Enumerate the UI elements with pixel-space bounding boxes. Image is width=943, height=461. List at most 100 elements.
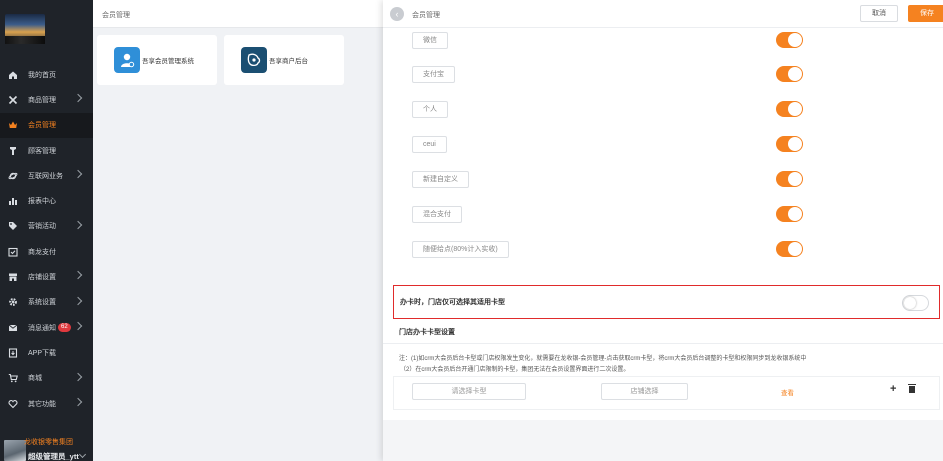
notification-count-badge: 62 [58,323,71,333]
trash-icon[interactable] [908,384,916,393]
sync-note-1: 注：(1)如crm大会员后台卡型或门店权限发生变化，就需要在龙收银-会员管理-点… [399,356,807,362]
payment-method-chip: 个人 [412,101,448,118]
back-button[interactable]: ‹ [390,7,404,21]
sidebar-item-reports[interactable]: 报表中心 [0,188,93,213]
card-type-limit-setting: 办卡时，门店仅可选择其适用卡型 [393,285,940,319]
sidebar-item-label: 消息通知 [28,324,56,332]
app-card-label: 吾享会员管理系统 [142,58,194,65]
home-icon [8,70,18,80]
chevron-right-icon [73,296,83,305]
sidebar-item-label: 商龙支付 [28,248,56,256]
chevron-down-icon[interactable] [78,450,87,459]
chevron-right-icon [73,169,83,179]
payment-method-toggle[interactable] [776,66,803,82]
crown-icon [8,120,18,130]
sidebar-item-notifications[interactable]: 消息通知 62 [0,315,93,340]
payment-method-toggle[interactable] [776,171,803,187]
chart-icon [8,196,18,206]
drawer-footer-area [383,420,943,461]
sidebar-item-label: 报表中心 [28,198,56,206]
sidebar-item-store-settings[interactable]: 店铺设置 [0,264,93,289]
organization-name: 龙收银零售集团 [24,439,73,446]
page-title: 会员管理 [102,12,130,19]
chevron-right-icon [73,271,83,280]
sidebar-item-mall[interactable]: 商城 [0,366,93,391]
sidebar-item-label: 其它功能 [28,400,56,408]
payment-method-chip: 混合支付 [412,206,462,223]
planet-icon [8,171,18,181]
app-card-label: 吾享商户后台 [269,58,308,65]
sidebar-item-marketing[interactable]: 营销活动 [0,214,93,239]
card-type-store-row: 请选择卡型 店铺选择 查看 + [393,376,940,410]
app-root: 我的首页 商品管理 会员管理 顾客管理 互联网业务 报表中心 营销活动 商龙支付… [0,0,943,461]
payment-method-chip: ceui [412,136,447,153]
card-type-limit-label: 办卡时，门店仅可选择其适用卡型 [400,299,505,306]
member-system-icon [114,47,140,73]
drawer-header: ‹ 会员管理 取消 保存 [383,0,943,28]
sidebar-item-label: 会员管理 [28,122,56,130]
app-card-member-system[interactable]: 吾享会员管理系统 [97,35,217,85]
sidebar-item-other-functions[interactable]: 其它功能 [0,391,93,416]
save-button[interactable]: 保存 [908,5,943,22]
chevron-right-icon [73,94,83,103]
tools-icon [8,95,18,105]
member-settings-drawer: ‹ 会员管理 取消 保存 微信 支付宝 个人 ceui 新建自定义 混合支付 随… [383,0,943,461]
card-type-select[interactable]: 请选择卡型 [412,383,526,400]
payment-method-toggle[interactable] [776,136,803,152]
sidebar-item-label: 顾客管理 [28,147,56,155]
store-select[interactable]: 店铺选择 [601,383,688,400]
pay-check-icon [8,247,18,257]
plus-icon[interactable]: + [890,383,896,395]
sidebar-item-app-download[interactable]: APP下载 [0,340,93,365]
sidebar-item-shanglong-pay[interactable]: 商龙支付 [0,239,93,264]
sidebar-item-members[interactable]: 会员管理 [0,112,93,138]
merchant-backend-icon [241,47,267,73]
tag-icon [8,221,18,231]
sidebar-item-label: 营销活动 [28,223,56,231]
payment-method-toggle[interactable] [776,101,803,117]
chevron-right-icon [73,220,83,230]
sidebar-item-customers[interactable]: 顾客管理 [0,138,93,163]
sidebar-item-home[interactable]: 我的首页 [0,62,93,87]
gear-icon [8,297,18,307]
chevron-right-icon [73,397,83,407]
member-app-panel: 会员管理 吾享会员管理系统 吾享商户后台 [93,0,383,461]
sidebar-item-label: 系统设置 [28,299,56,307]
payment-method-toggle[interactable] [776,206,803,222]
sidebar-item-label: 我的首页 [28,71,56,79]
payment-method-toggle[interactable] [776,32,803,48]
card-type-limit-toggle[interactable] [902,295,929,311]
user-name[interactable]: 超级管理员_ytt [28,451,79,461]
sidebar: 我的首页 商品管理 会员管理 顾客管理 互联网业务 报表中心 营销活动 商龙支付… [0,0,93,461]
panel-header: 会员管理 [93,0,383,28]
mail-icon [8,323,18,333]
view-link[interactable]: 查看 [781,387,794,397]
sidebar-item-internet-business[interactable]: 互联网业务 [0,163,93,188]
divider [383,343,943,344]
drawer-title: 会员管理 [412,12,440,19]
chevron-right-icon [73,321,83,331]
sidebar-item-label: 店铺设置 [28,274,56,282]
payment-method-chip: 微信 [412,32,448,49]
sidebar-item-products[interactable]: 商品管理 [0,87,93,112]
payment-method-chip: 随便给点(80%计入实收) [412,241,509,258]
brand-logo [5,14,45,44]
payment-method-toggle[interactable] [776,241,803,257]
heart-icon [8,399,18,409]
app-card-merchant-backend[interactable]: 吾享商户后台 [224,35,344,85]
sidebar-item-label: 互联网业务 [28,172,63,180]
sync-note-2: （2）在crm大会员后台开通门店限制的卡型，集团无法在会员设置界面进行二次设置。 [400,367,630,373]
sidebar-item-label: APP下载 [28,349,57,357]
sidebar-nav: 我的首页 商品管理 会员管理 顾客管理 互联网业务 报表中心 营销活动 商龙支付… [0,62,93,416]
cancel-button[interactable]: 取消 [860,5,898,22]
customer-icon [8,146,18,156]
section-title: 门店办卡卡型设置 [399,329,455,336]
payment-method-chip: 支付宝 [412,66,455,83]
payment-method-chip: 新建自定义 [412,171,469,188]
store-icon [8,272,18,282]
chevron-right-icon [73,372,83,381]
avatar[interactable] [4,440,26,461]
sidebar-item-label: 商城 [28,375,42,383]
chevron-left-icon: ‹ [395,9,399,19]
sidebar-item-system-settings[interactable]: 系统设置 [0,290,93,315]
